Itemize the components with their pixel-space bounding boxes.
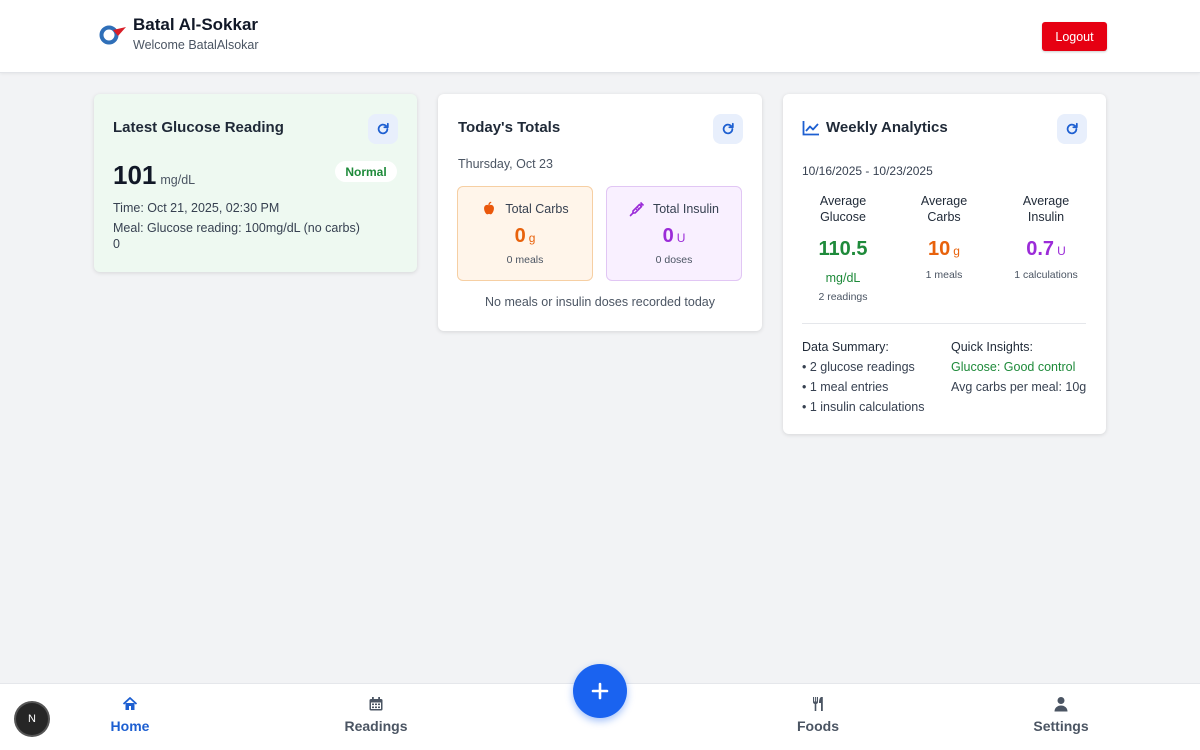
quick-insights: Quick Insights: Glucose: Good control Av… [951, 337, 1086, 397]
avg-carbs-label-1: Average [920, 194, 968, 208]
nav-settings-label: Settings [1033, 718, 1089, 734]
calendar-icon [369, 697, 383, 711]
welcome-text: Welcome BatalAlsokar [133, 38, 259, 52]
avg-glucose-value: 110.5 [818, 238, 868, 260]
nav-home-label: Home [110, 718, 150, 734]
weekly-analytics-title: Weekly Analytics [802, 119, 948, 136]
app-title: Batal Al-Sokkar [133, 15, 259, 34]
app-header: Batal Al-Sokkar Welcome BatalAlsokar Log… [0, 0, 1200, 73]
data-summary: Data Summary: • 2 glucose readings • 1 m… [802, 337, 925, 417]
refresh-icon [722, 122, 734, 135]
avg-insulin-label-1: Average [1022, 194, 1070, 208]
home-icon [122, 697, 138, 710]
app-logo-icon [99, 25, 126, 45]
summary-item: • 2 glucose readings [802, 360, 915, 374]
weekly-date-range: 10/16/2025 - 10/23/2025 [802, 164, 933, 178]
plus-icon [591, 682, 609, 700]
weekly-refresh-button[interactable] [1057, 114, 1087, 144]
nav-readings[interactable]: Readings [326, 696, 426, 734]
glucose-value-row: 101 mg/dL [113, 160, 195, 191]
todays-totals-title: Today's Totals [458, 119, 561, 136]
add-button[interactable] [573, 664, 627, 718]
total-carbs-label: Total Carbs [505, 202, 569, 216]
nav-foods[interactable]: Foods [768, 696, 868, 734]
avg-glucose-label-2: Glucose [820, 210, 866, 224]
total-carbs-sub: 0 meals [506, 254, 544, 266]
glucose-refresh-button[interactable] [368, 114, 398, 144]
glucose-value: 101 [113, 160, 157, 190]
summary-item: • 1 meal entries [802, 380, 889, 394]
line-chart-icon [802, 120, 819, 135]
status-badge: Normal [335, 161, 397, 182]
logout-button[interactable]: Logout [1042, 22, 1107, 51]
avg-carbs-value: 10 [928, 238, 951, 260]
total-insulin-sub: 0 doses [655, 254, 693, 266]
dev-badge[interactable]: N [16, 703, 48, 735]
total-insulin-label: Total Insulin [652, 202, 719, 216]
syringe-icon [629, 201, 645, 217]
avg-glucose-label-1: Average [819, 194, 867, 208]
insight-glucose: Glucose: Good control [951, 360, 1076, 374]
avg-insulin-value: 0.7 [1026, 238, 1055, 260]
total-insulin-unit: U [676, 231, 686, 245]
latest-glucose-title: Latest Glucose Reading [113, 119, 284, 136]
summary-item: • 1 insulin calculations [802, 400, 925, 414]
nav-home[interactable]: Home [80, 696, 180, 734]
glucose-unit: mg/dL [160, 173, 196, 187]
insight-carbs: Avg carbs per meal: 10g [951, 380, 1087, 394]
avg-glucose-unit: mg/dL [825, 271, 861, 285]
today-refresh-button[interactable] [713, 114, 743, 144]
today-empty-message: No meals or insulin doses recorded today [485, 295, 715, 309]
utensils-icon [813, 697, 823, 711]
apple-icon [484, 201, 495, 215]
weekly-title-text: Weekly Analytics [826, 119, 948, 136]
user-icon [1054, 697, 1068, 712]
total-insulin-value: 0 [662, 225, 674, 247]
data-summary-title: Data Summary: [802, 340, 889, 354]
total-carbs-unit: g [528, 231, 536, 245]
total-insulin-box: Total Insulin 0U 0 doses [606, 186, 742, 281]
nav-readings-label: Readings [344, 718, 408, 734]
avg-insulin-sub: 1 calculations [1014, 269, 1078, 281]
avg-carbs-label-2: Carbs [927, 210, 961, 224]
reading-meal: Meal: Glucose reading: 100mg/dL (no carb… [113, 221, 360, 235]
avg-insulin-stat: Average Insulin 0.7 U 1 calculations [1001, 193, 1091, 281]
avg-carbs-stat: Average Carbs 10 g 1 meals [904, 193, 984, 281]
reading-time: Time: Oct 21, 2025, 02:30 PM [113, 201, 280, 215]
avg-glucose-sub: 2 readings [818, 291, 868, 303]
avg-carbs-sub: 1 meals [925, 269, 963, 281]
total-carbs-box: Total Carbs 0g 0 meals [457, 186, 593, 281]
avg-glucose-stat: Average Glucose 110.5 mg/dL 2 readings [803, 193, 883, 303]
brand: Batal Al-Sokkar Welcome BatalAlsokar [99, 14, 259, 54]
refresh-icon [377, 122, 389, 135]
quick-insights-title: Quick Insights: [951, 340, 1033, 354]
nav-foods-label: Foods [797, 718, 839, 734]
weekly-divider [802, 323, 1086, 324]
avg-insulin-unit: U [1057, 244, 1066, 258]
total-carbs-value: 0 [514, 225, 526, 247]
refresh-icon [1066, 122, 1078, 135]
reading-extra: 0 [113, 237, 120, 251]
avg-insulin-label-2: Insulin [1027, 210, 1065, 224]
nav-settings[interactable]: Settings [1011, 696, 1111, 734]
avg-carbs-unit: g [953, 244, 960, 258]
today-date: Thursday, Oct 23 [458, 157, 553, 171]
